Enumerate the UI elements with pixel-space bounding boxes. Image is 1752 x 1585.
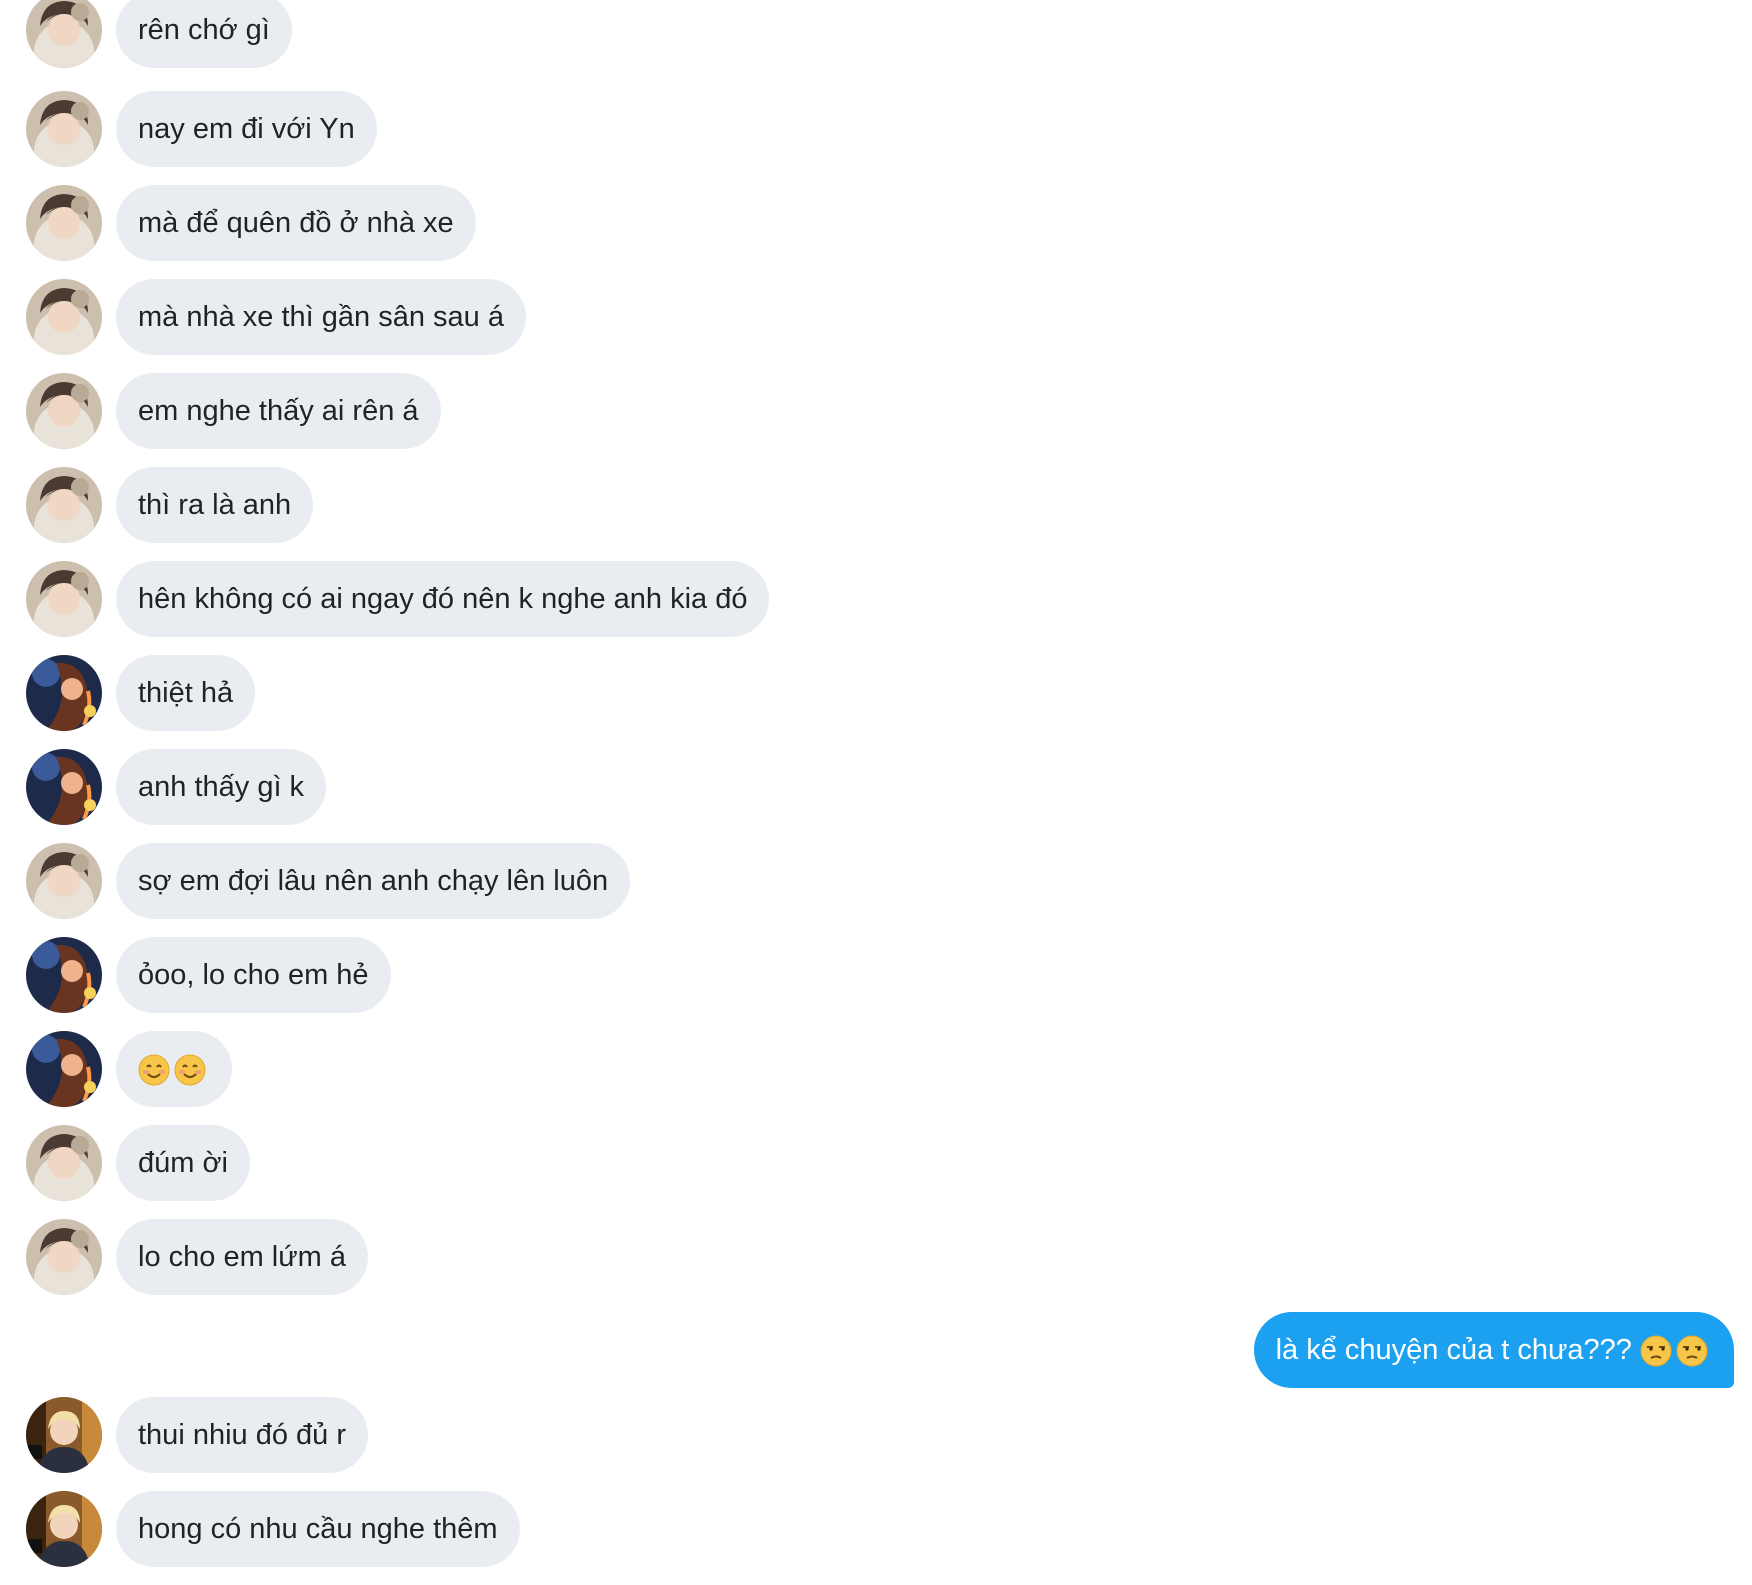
message-row-outgoing: là kể chuyện của t chưa???: [0, 1312, 1752, 1388]
avatar-girl[interactable]: [26, 655, 102, 731]
message-bubble[interactable]: nay em đi với Yn: [116, 91, 377, 167]
message-bubble[interactable]: ỏoo, lo cho em hẻ: [116, 937, 391, 1013]
message-row: hong có nhu cầu nghe thêm: [0, 1491, 1752, 1567]
message-row: thì ra là anh: [0, 467, 1752, 543]
message-bubble[interactable]: hên không có ai ngay đó nên k nghe anh k…: [116, 561, 770, 637]
message-bubble-outgoing[interactable]: là kể chuyện của t chưa???: [1253, 1312, 1734, 1388]
message-bubble[interactable]: thiệt hả: [116, 655, 256, 731]
message-bubble[interactable]: sợ em đợi lâu nên anh chạy lên luôn: [116, 843, 631, 919]
message-bubble[interactable]: em nghe thấy ai rên á: [116, 373, 441, 449]
avatar-boy[interactable]: [26, 91, 102, 167]
message-bubble[interactable]: mà nhà xe thì gần sân sau á: [116, 279, 526, 355]
message-row: sợ em đợi lâu nên anh chạy lên luôn: [0, 843, 1752, 919]
message-row: em nghe thấy ai rên á: [0, 373, 1752, 449]
chat-thread: rên chớ gì nay em đi với Yn mà để quên đ…: [0, 0, 1752, 1585]
avatar-boy[interactable]: [26, 467, 102, 543]
message-text: sợ em đợi lâu nên anh chạy lên luôn: [138, 865, 609, 897]
message-text: hên không có ai ngay đó nên k nghe anh k…: [138, 583, 748, 615]
smiling-face-icon: [174, 1054, 206, 1086]
message-text: đúm ời: [138, 1147, 228, 1179]
unamused-face-icon: [1640, 1335, 1672, 1367]
avatar-boy[interactable]: [26, 1125, 102, 1201]
message-text: lo cho em lứm á: [138, 1241, 346, 1273]
message-bubble[interactable]: rên chớ gì: [116, 0, 292, 68]
message-text: anh thấy gì k: [138, 771, 305, 803]
avatar-boy[interactable]: [26, 279, 102, 355]
avatar-boy[interactable]: [26, 373, 102, 449]
avatar-blond[interactable]: [26, 1491, 102, 1567]
message-bubble[interactable]: lo cho em lứm á: [116, 1219, 368, 1295]
message-row: thui nhiu đó đủ r: [0, 1397, 1752, 1473]
message-row: anh thấy gì k: [0, 749, 1752, 825]
message-row: nay em đi với Yn: [0, 91, 1752, 167]
message-row: ỏoo, lo cho em hẻ: [0, 937, 1752, 1013]
message-text: em nghe thấy ai rên á: [138, 395, 419, 427]
message-bubble[interactable]: anh thấy gì k: [116, 749, 327, 825]
smiling-face-icon: [138, 1054, 170, 1086]
message-text: rên chớ gì: [138, 14, 270, 46]
avatar-girl[interactable]: [26, 1031, 102, 1107]
avatar-boy[interactable]: [26, 185, 102, 261]
message-text: thui nhiu đó đủ r: [138, 1419, 346, 1451]
message-bubble[interactable]: đúm ời: [116, 1125, 250, 1201]
message-row: mà để quên đồ ở nhà xe: [0, 185, 1752, 261]
message-bubble[interactable]: mà để quên đồ ở nhà xe: [116, 185, 476, 261]
message-bubble[interactable]: thui nhiu đó đủ r: [116, 1397, 368, 1473]
message-text: thiệt hả: [138, 677, 234, 709]
message-bubble[interactable]: [116, 1031, 232, 1107]
message-row: lo cho em lứm á: [0, 1219, 1752, 1295]
avatar-boy[interactable]: [26, 0, 102, 68]
message-row: [0, 1031, 1752, 1107]
avatar-girl[interactable]: [26, 749, 102, 825]
avatar-blond[interactable]: [26, 1397, 102, 1473]
avatar-boy[interactable]: [26, 1219, 102, 1295]
avatar-girl[interactable]: [26, 937, 102, 1013]
message-bubble[interactable]: thì ra là anh: [116, 467, 314, 543]
message-row: đúm ời: [0, 1125, 1752, 1201]
message-text: hong có nhu cầu nghe thêm: [138, 1513, 498, 1545]
message-text: mà nhà xe thì gần sân sau á: [138, 301, 504, 333]
message-bubble[interactable]: hong có nhu cầu nghe thêm: [116, 1491, 520, 1567]
message-row: rên chớ gì: [0, 0, 1752, 68]
message-row: mà nhà xe thì gần sân sau á: [0, 279, 1752, 355]
avatar-boy[interactable]: [26, 561, 102, 637]
message-row: hên không có ai ngay đó nên k nghe anh k…: [0, 561, 1752, 637]
message-text: là kể chuyện của t chưa???: [1275, 1334, 1640, 1366]
message-text: ỏoo, lo cho em hẻ: [138, 959, 369, 991]
avatar-boy[interactable]: [26, 843, 102, 919]
message-text: mà để quên đồ ở nhà xe: [138, 207, 454, 239]
message-row: thiệt hả: [0, 655, 1752, 731]
message-text: thì ra là anh: [138, 489, 292, 521]
unamused-face-icon: [1676, 1335, 1708, 1367]
message-text: nay em đi với Yn: [138, 113, 355, 145]
